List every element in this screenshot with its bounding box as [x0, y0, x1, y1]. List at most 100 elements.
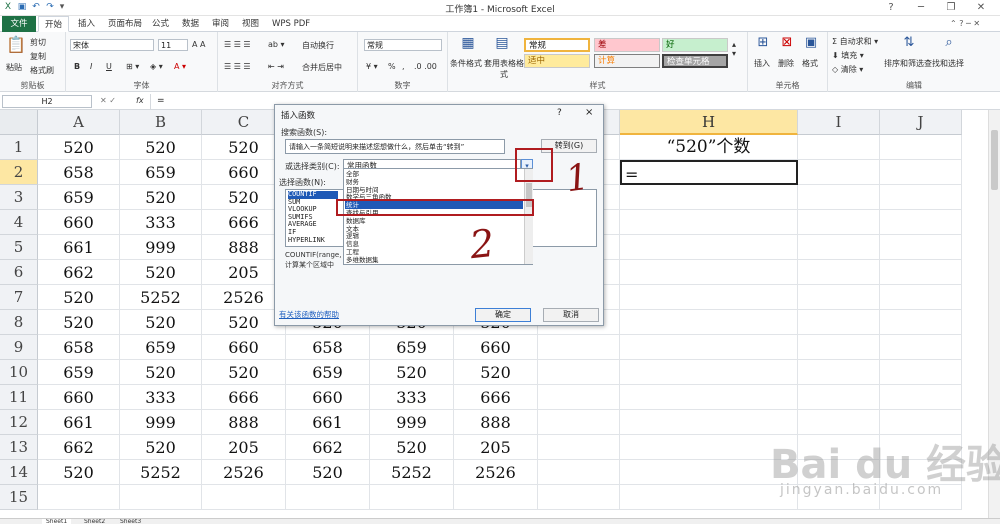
find-select-icon[interactable]: ⌕: [940, 36, 958, 54]
fill-button[interactable]: ⬇ 填充 ▾: [832, 50, 864, 61]
cell-b4[interactable]: 333: [120, 210, 202, 235]
cell-e15[interactable]: [370, 485, 454, 510]
style-bad[interactable]: 差: [594, 38, 660, 52]
format-cells-icon[interactable]: ▣: [802, 36, 820, 54]
tab-insert[interactable]: 插入: [72, 16, 101, 32]
cell-a14[interactable]: 520: [38, 460, 120, 485]
cell-h1[interactable]: “520”个数: [620, 135, 798, 160]
font-color-icon[interactable]: A ▾: [174, 62, 186, 71]
cell-i6[interactable]: [798, 260, 880, 285]
format-as-table-icon[interactable]: ▤: [492, 36, 512, 54]
cell-d13[interactable]: 662: [286, 435, 370, 460]
function-item[interactable]: HYPERLINK: [288, 236, 338, 245]
help-icon[interactable]: ?: [876, 0, 906, 16]
restore-icon[interactable]: ❐: [936, 0, 966, 16]
cell-b7[interactable]: 5252: [120, 285, 202, 310]
cell-a7[interactable]: 520: [38, 285, 120, 310]
cell-b10[interactable]: 520: [120, 360, 202, 385]
scroll-thumb[interactable]: [991, 130, 998, 190]
cell-b12[interactable]: 999: [120, 410, 202, 435]
row-header[interactable]: 4: [0, 210, 38, 235]
font-grow-icon[interactable]: A A: [192, 40, 206, 49]
cell-d14[interactable]: 520: [286, 460, 370, 485]
tab-view[interactable]: 视图: [236, 16, 265, 32]
currency-icon[interactable]: ¥ ▾: [366, 62, 378, 71]
tab-wps-pdf[interactable]: WPS PDF: [266, 16, 316, 32]
wrap-text-button[interactable]: 自动换行: [302, 40, 334, 51]
cell-b15[interactable]: [120, 485, 202, 510]
cell-f14[interactable]: 2526: [454, 460, 538, 485]
tab-page-layout[interactable]: 页面布局: [102, 16, 148, 32]
tab-file[interactable]: 文件: [2, 16, 36, 32]
delete-cells-button[interactable]: 删除: [778, 58, 794, 69]
format-painter-button[interactable]: 格式刷: [30, 65, 54, 76]
column-header-b[interactable]: B: [120, 110, 202, 135]
tab-review[interactable]: 审阅: [206, 16, 235, 32]
cell-d15[interactable]: [286, 485, 370, 510]
cell-h5[interactable]: [620, 235, 798, 260]
row-header[interactable]: 1: [0, 135, 38, 160]
cell-i1[interactable]: [798, 135, 880, 160]
name-box[interactable]: H2: [2, 95, 92, 108]
category-item[interactable]: 多维数据集: [346, 256, 379, 264]
paste-button[interactable]: 粘贴: [6, 62, 22, 73]
cell-g10[interactable]: [538, 360, 620, 385]
conditional-format-icon[interactable]: ▦: [458, 36, 478, 54]
cell-c9[interactable]: 660: [202, 335, 286, 360]
row-header[interactable]: 8: [0, 310, 38, 335]
cell-b3[interactable]: 520: [120, 185, 202, 210]
cell-g12[interactable]: [538, 410, 620, 435]
cell-h2[interactable]: =: [620, 160, 798, 185]
cell-j8[interactable]: [880, 310, 962, 335]
cell-j10[interactable]: [880, 360, 962, 385]
row-header[interactable]: 15: [0, 485, 38, 510]
cell-a2[interactable]: 658: [38, 160, 120, 185]
row-header[interactable]: 2: [0, 160, 38, 185]
cell-b14[interactable]: 5252: [120, 460, 202, 485]
search-function-input[interactable]: 请输入一条简短说明来描述您想做什么，然后单击“转到”: [285, 139, 505, 154]
ok-button[interactable]: 确定: [475, 308, 531, 322]
cell-j1[interactable]: [880, 135, 962, 160]
cell-a1[interactable]: 520: [38, 135, 120, 160]
format-as-table-button[interactable]: 套用表格格式: [484, 58, 524, 80]
cell-h3[interactable]: [620, 185, 798, 210]
cell-c12[interactable]: 888: [202, 410, 286, 435]
insert-function-icon[interactable]: fx: [136, 96, 144, 105]
cell-f12[interactable]: 888: [454, 410, 538, 435]
cell-h7[interactable]: [620, 285, 798, 310]
decimal-icon[interactable]: .0 .00: [414, 62, 437, 71]
cell-f11[interactable]: 666: [454, 385, 538, 410]
category-dropdown-list[interactable]: 全部 财务 日期与时间 数学与三角函数 统计 查找与引用 数据库 文本 逻辑 信息 工程 多维数据集: [343, 168, 533, 265]
cell-a3[interactable]: 659: [38, 185, 120, 210]
cell-a8[interactable]: 520: [38, 310, 120, 335]
cell-h10[interactable]: [620, 360, 798, 385]
ribbon-collapse-icon[interactable]: ⌃ ? ─ ✕: [950, 19, 980, 28]
conditional-format-button[interactable]: 条件格式: [450, 58, 482, 69]
function-help-link[interactable]: 有关该函数的帮助: [279, 309, 339, 320]
cell-a11[interactable]: 660: [38, 385, 120, 410]
cell-i7[interactable]: [798, 285, 880, 310]
select-all-corner[interactable]: [0, 110, 38, 135]
tab-data[interactable]: 数据: [176, 16, 205, 32]
cell-i11[interactable]: [798, 385, 880, 410]
cell-e13[interactable]: 520: [370, 435, 454, 460]
format-cells-button[interactable]: 格式: [802, 58, 818, 69]
style-check-cell[interactable]: 检查单元格: [662, 54, 728, 68]
delete-cells-icon[interactable]: ⊠: [778, 36, 796, 54]
cell-a12[interactable]: 661: [38, 410, 120, 435]
style-normal[interactable]: 常规: [524, 38, 590, 52]
cell-f13[interactable]: 205: [454, 435, 538, 460]
cell-f10[interactable]: 520: [454, 360, 538, 385]
cell-i4[interactable]: [798, 210, 880, 235]
cell-h6[interactable]: [620, 260, 798, 285]
cell-a5[interactable]: 661: [38, 235, 120, 260]
cell-i8[interactable]: [798, 310, 880, 335]
row-header[interactable]: 6: [0, 260, 38, 285]
cell-h11[interactable]: [620, 385, 798, 410]
cell-e14[interactable]: 5252: [370, 460, 454, 485]
align-top-icon[interactable]: ☰ ☰ ☰: [224, 40, 251, 49]
underline-button[interactable]: U: [106, 62, 112, 71]
find-select-button[interactable]: 查找和选择: [924, 58, 964, 69]
cell-d11[interactable]: 660: [286, 385, 370, 410]
category-list-scrollbar[interactable]: [524, 169, 533, 264]
